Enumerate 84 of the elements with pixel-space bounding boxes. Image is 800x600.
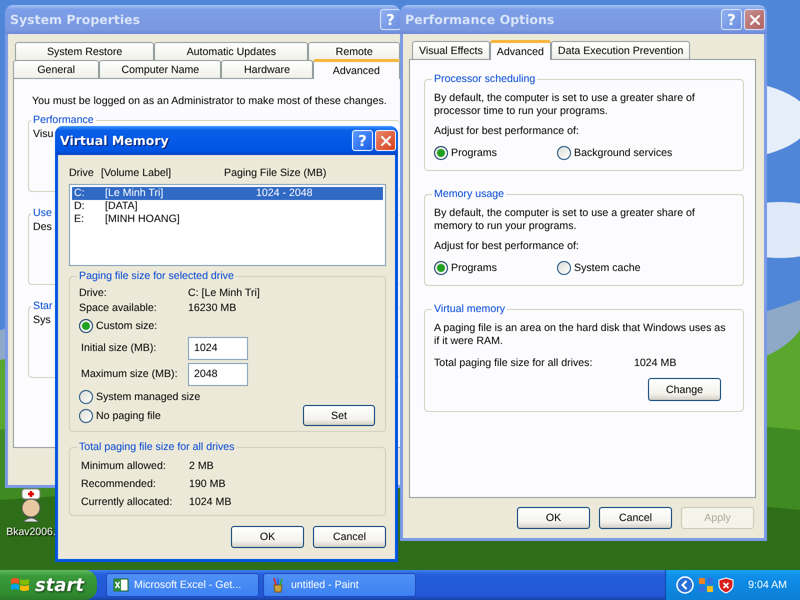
- field-label: Initial size (MB):: [81, 342, 158, 354]
- group-text: Des: [33, 221, 52, 233]
- info-value: 190 MB: [189, 477, 226, 492]
- group-text: Visu: [33, 128, 54, 140]
- list-item[interactable]: E: [MINH HOANG]: [72, 213, 383, 226]
- info-value: C: [Le Minh Tri]: [188, 286, 260, 301]
- group-title: Memory usage: [433, 188, 506, 200]
- info-label: Currently allocated:: [81, 495, 174, 510]
- dialog-button[interactable]: OK: [231, 526, 304, 548]
- group-title: Virtual memory: [433, 303, 506, 315]
- list-cell-text: [MINH HOANG]: [105, 213, 181, 226]
- prompt-text: Adjust for best performance of:: [434, 125, 580, 138]
- description-text: By default, the computer is set to use a greater share of processor time to run your programs.: [434, 92, 696, 118]
- info-value: 2 MB: [189, 459, 214, 474]
- radio-button[interactable]: System cache: [557, 261, 641, 275]
- info-label: Space available:: [79, 301, 158, 316]
- input-field[interactable]: 1024: [188, 336, 248, 360]
- window-title: Performance Options: [405, 12, 556, 27]
- list-cell-text: E:: [74, 213, 86, 226]
- info-label: Recommended:: [81, 477, 157, 492]
- radio-button[interactable]: Background services: [557, 146, 672, 160]
- group-title: Total paging file size for all drives: [78, 441, 236, 453]
- squares-icon[interactable]: [698, 577, 714, 593]
- tab[interactable]: Computer Name: [99, 60, 222, 78]
- dialog-button[interactable]: Cancel: [599, 507, 672, 529]
- tab[interactable]: Hardware: [221, 60, 313, 78]
- list-cell-text: C:: [74, 187, 86, 200]
- set-button[interactable]: Set: [303, 405, 375, 426]
- list-item[interactable]: D: [DATA]: [72, 200, 383, 213]
- group-title: Paging file size for selected drive: [78, 270, 235, 282]
- column-header: [Volume Label]: [101, 167, 172, 180]
- radio-button[interactable]: Programs: [434, 261, 557, 275]
- input-field[interactable]: 2048: [188, 362, 248, 386]
- info-value: 16230 MB: [188, 301, 236, 316]
- group-title: Performance: [32, 114, 95, 126]
- list-cell-text: D:: [74, 200, 86, 213]
- show-icons-button[interactable]: [676, 576, 694, 594]
- column-header: Paging File Size (MB): [224, 167, 326, 180]
- list-cell: 1024 - 2048: [256, 187, 313, 200]
- tab[interactable]: Advanced: [312, 59, 400, 79]
- radio-button[interactable]: No paging file: [79, 408, 161, 422]
- dialog-button[interactable]: OK: [517, 507, 590, 529]
- radio-button[interactable]: Custom size:: [79, 318, 158, 332]
- info-value: 1024 MB: [189, 495, 232, 510]
- prompt-text: Adjust for best performance of:: [434, 240, 580, 253]
- icon-label: Bkav2006.: [6, 526, 56, 538]
- clock: 9:04 AM: [748, 579, 787, 591]
- list-cell-text: [Le Minh Tri]: [105, 187, 164, 200]
- tab[interactable]: Advanced: [490, 40, 551, 60]
- dialog-button[interactable]: Cancel: [313, 526, 386, 548]
- description-text: A paging file is an area on the hard disk that Windows uses as if it were RAM.: [434, 322, 726, 348]
- notice-text: You must be logged on as an Administrator to make most of these changes.: [31, 94, 388, 108]
- info-label: Minimum allowed:: [81, 459, 167, 474]
- close-button[interactable]: [744, 9, 765, 30]
- total-value: 1024 MB: [634, 357, 676, 370]
- description-text: By default, the computer is set to use a greater share of memory to run your programs.: [434, 207, 696, 233]
- total-label: Total paging file size for all drives:: [434, 357, 594, 370]
- close-icon: [380, 136, 390, 146]
- list-item[interactable]: C: [Le Minh Tri] 1024 - 2048: [72, 187, 383, 200]
- field-label: Maximum size (MB):: [81, 368, 179, 380]
- flag-icon: [10, 576, 30, 594]
- radio-button[interactable]: System managed size: [79, 390, 200, 404]
- spreadsheet-icon: [113, 577, 129, 593]
- group-text: Sys: [33, 314, 51, 326]
- help-button[interactable]: ?: [352, 130, 373, 151]
- window-title: Virtual Memory: [60, 133, 170, 148]
- start-button[interactable]: start: [0, 570, 97, 600]
- group-title: Use: [32, 207, 53, 219]
- column-header: Drive: [69, 167, 95, 180]
- tab[interactable]: General: [13, 60, 100, 78]
- tab[interactable]: Visual Effects: [412, 41, 490, 59]
- window-title: System Properties: [10, 12, 142, 27]
- tab[interactable]: System Restore: [15, 42, 154, 60]
- close-icon: [750, 14, 760, 24]
- change-button[interactable]: Change: [648, 378, 721, 401]
- tab[interactable]: Data Execution Prevention: [550, 41, 690, 59]
- shield-icon[interactable]: [718, 576, 734, 594]
- radio-button[interactable]: Programs: [434, 146, 557, 160]
- info-label: Drive:: [79, 286, 108, 301]
- tab[interactable]: Remote: [308, 42, 400, 60]
- group-title: Star: [32, 300, 54, 312]
- list-cell-text: [DATA]: [105, 200, 139, 213]
- group-title: Processor scheduling: [433, 73, 536, 85]
- tab[interactable]: Automatic Updates: [154, 42, 308, 60]
